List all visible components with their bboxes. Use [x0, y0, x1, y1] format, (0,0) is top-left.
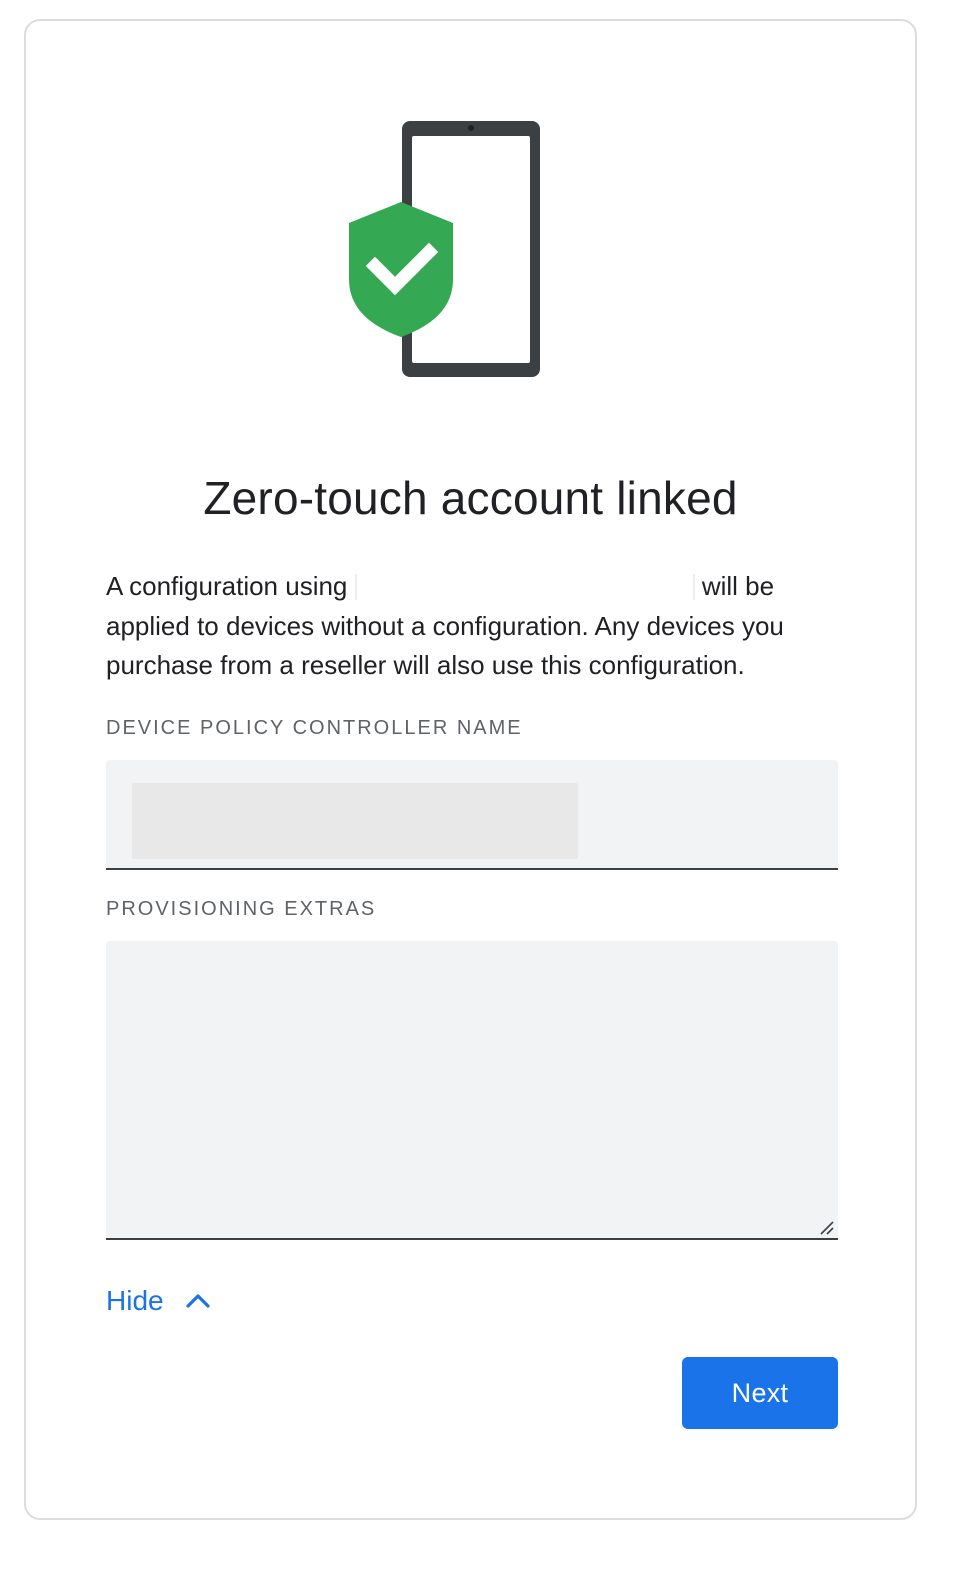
- redacted-dpc-value: [132, 783, 578, 859]
- description-text-before: A configuration using: [106, 571, 355, 601]
- hide-toggle[interactable]: Hide: [106, 1281, 212, 1321]
- hide-label: Hide: [106, 1285, 164, 1316]
- next-button[interactable]: Next: [682, 1357, 838, 1429]
- dialog-card: Zero-touch account linked A configuratio…: [24, 19, 917, 1520]
- phone-with-shield-check-icon: [349, 121, 540, 377]
- phone-shield-illustration: [346, 119, 546, 381]
- dialog-title: Zero-touch account linked: [203, 472, 738, 524]
- provisioning-extras-label: PROVISIONING EXTRAS: [106, 898, 377, 920]
- dialog-description: A configuration using will be applied to…: [106, 567, 846, 686]
- chevron-up-icon: [185, 1294, 210, 1308]
- resize-handle-icon[interactable]: [820, 1221, 834, 1235]
- dpc-name-input[interactable]: [106, 760, 838, 870]
- provisioning-extras-textarea[interactable]: [106, 941, 838, 1240]
- redacted-configuration-name: [354, 574, 695, 600]
- dpc-name-label: DEVICE POLICY CONTROLLER NAME: [106, 717, 523, 739]
